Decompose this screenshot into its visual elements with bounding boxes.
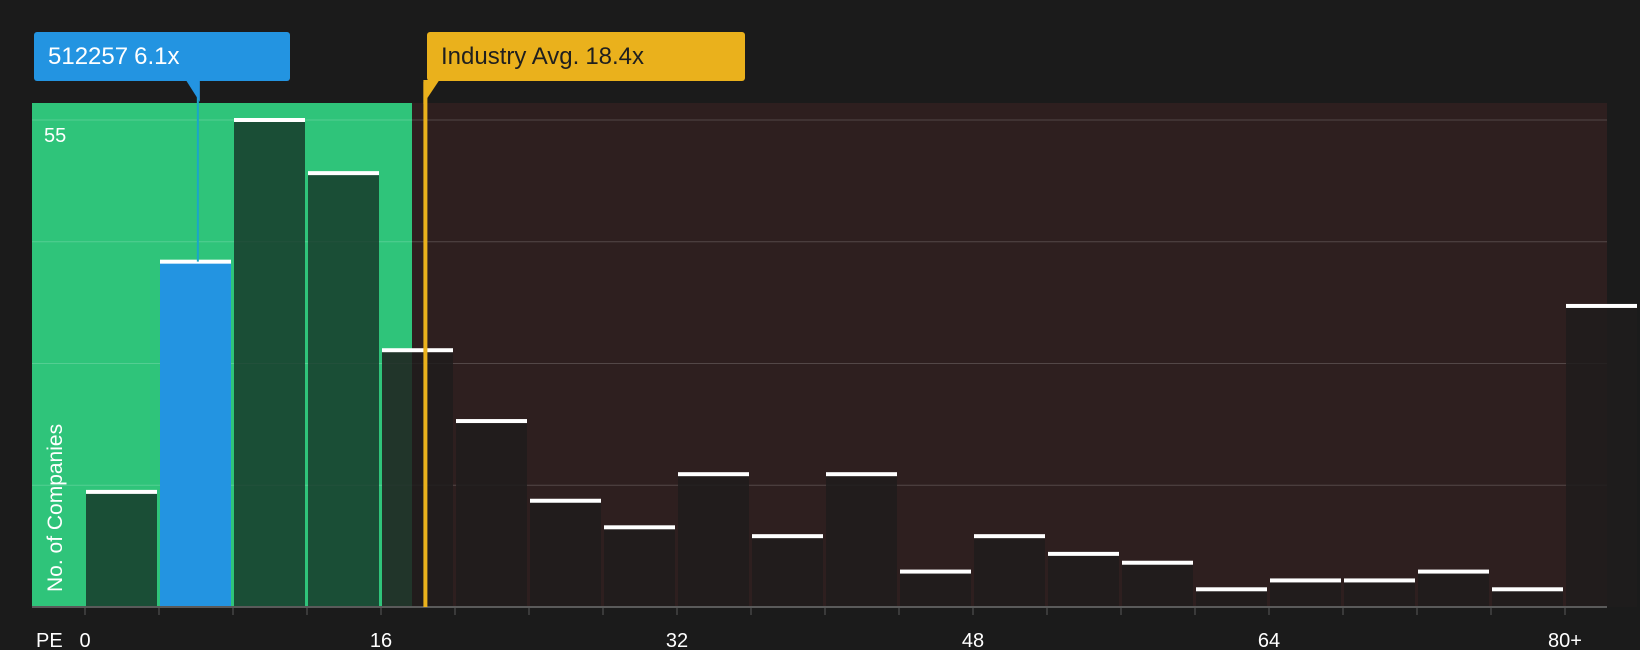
y-tick-label: 55 <box>44 125 66 147</box>
bar-top-cap <box>86 489 157 494</box>
histogram-bar <box>308 173 379 608</box>
x-tick-label: 32 <box>666 630 688 650</box>
bar-top-cap <box>752 534 823 539</box>
bar-top-cap <box>160 259 231 264</box>
industry-callout-pointer <box>423 80 440 104</box>
x-tick-label: 48 <box>962 630 984 650</box>
histogram-bar <box>1344 580 1415 607</box>
bar-top-cap <box>1344 578 1415 583</box>
histogram-bar <box>678 474 749 607</box>
bar-top-cap <box>678 472 749 477</box>
bar-top-cap <box>456 419 527 424</box>
histogram-bar <box>974 536 1045 607</box>
histogram-bar <box>1566 305 1637 607</box>
x-tick-label: 16 <box>370 630 392 650</box>
x-axis-label: PE <box>36 630 63 650</box>
y-axis-label: No. of Companies <box>44 424 67 592</box>
histogram-bar <box>1492 589 1563 607</box>
bar-top-cap <box>530 498 601 503</box>
bar-top-cap <box>604 525 675 530</box>
histogram-bar <box>1196 589 1267 607</box>
company-bar <box>160 261 231 607</box>
histogram-bar <box>234 120 305 607</box>
histogram-bar <box>530 500 601 607</box>
bar-top-cap <box>974 534 1045 539</box>
histogram-bar <box>382 350 453 607</box>
bar-top-cap <box>1492 587 1563 592</box>
bar-top-cap <box>234 118 305 122</box>
bar-top-cap <box>1270 578 1341 583</box>
bar-top-cap <box>1122 560 1193 565</box>
bar-top-cap <box>1196 587 1267 592</box>
bar-top-cap <box>1418 569 1489 574</box>
bar-top-cap <box>900 569 971 574</box>
histogram-bar <box>900 571 971 607</box>
histogram-bar <box>86 491 157 607</box>
histogram-bar <box>604 527 675 607</box>
bar-top-cap <box>1048 551 1119 556</box>
histogram-bar <box>752 536 823 607</box>
histogram-bar <box>1048 553 1119 607</box>
x-tick-label: 0 <box>79 630 90 650</box>
histogram-bar <box>1418 571 1489 607</box>
histogram-bar <box>1122 562 1193 607</box>
histogram-bar <box>1270 580 1341 607</box>
x-tick-label: 64 <box>1258 630 1280 650</box>
bar-top-cap <box>1566 303 1637 308</box>
histogram-bar <box>456 421 527 607</box>
bar-top-cap <box>382 348 453 353</box>
bar-top-cap <box>826 472 897 477</box>
x-tick-label: 80+ <box>1548 630 1582 650</box>
histogram-bar <box>826 474 897 607</box>
bar-top-cap <box>308 171 379 176</box>
pe-distribution-chart: 0 16 32 48 64 80+ PE 55 No. of Companies <box>32 80 1637 650</box>
